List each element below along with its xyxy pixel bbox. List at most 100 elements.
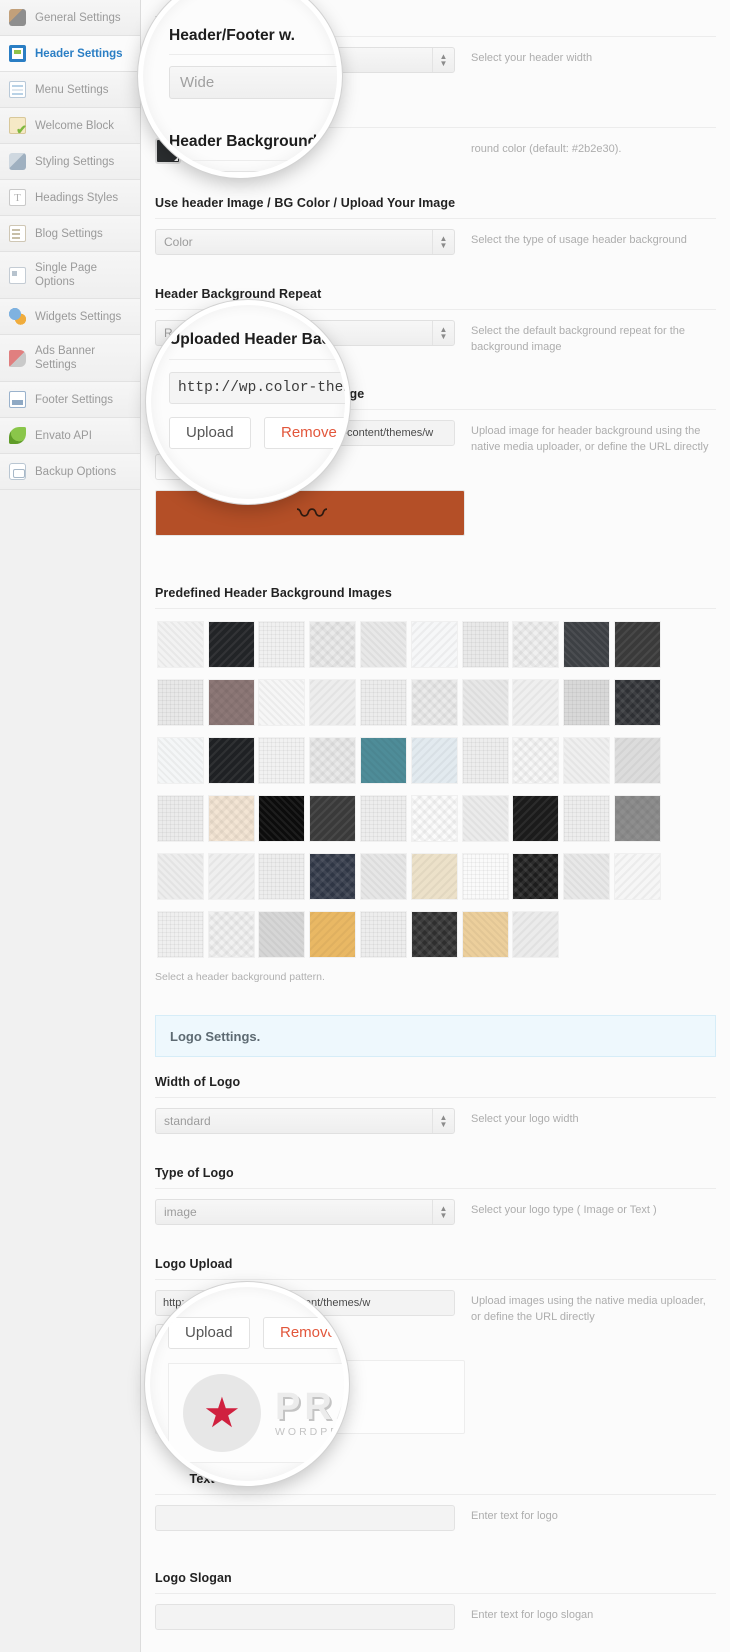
logo-type-select[interactable]: image ▲ ▼ [155,1199,455,1225]
pattern-swatch[interactable] [612,847,663,905]
pattern-swatch[interactable] [206,673,257,731]
chevron-updown-icon[interactable]: ▲ ▼ [432,48,454,72]
pattern-swatch[interactable] [358,847,409,905]
usage-header-background-select[interactable]: Color ▲ ▼ [155,229,455,255]
field-description: Select the type of usage header backgrou… [471,234,687,246]
mag-upload-header-bg-button[interactable]: Upload [169,417,251,449]
mag-remove-logo-button[interactable]: Remove [263,1317,344,1349]
pattern-swatch[interactable] [409,673,460,731]
sidebar-item-ads-banner-settings[interactable]: Ads Banner Settings [0,335,140,382]
pattern-swatch[interactable] [155,905,206,963]
mag-uploaded-header-bg-title: Uploaded Header Back [169,331,339,348]
sidebar-item-backup-options[interactable]: Backup Options [0,454,140,490]
pattern-thumb [156,678,204,726]
pattern-swatch[interactable] [257,673,308,731]
sidebar-item-menu-settings[interactable]: Menu Settings [0,72,140,108]
pattern-swatch[interactable] [155,847,206,905]
pattern-swatch[interactable] [358,789,409,847]
field-description: round color (default: #2b2e30). [471,143,622,155]
sidebar-item-label: Backup Options [35,465,117,478]
logo-width-select[interactable]: standard ▲ ▼ [155,1108,455,1134]
pattern-swatch[interactable] [155,615,206,673]
pattern-swatch[interactable] [612,673,663,731]
pattern-swatch[interactable] [460,847,511,905]
sidebar-item-footer-settings[interactable]: Footer Settings [0,382,140,418]
pattern-swatch[interactable] [307,789,358,847]
pattern-swatch[interactable] [307,847,358,905]
logo-slogan-input[interactable] [155,1604,455,1630]
mag-header-background-url-input[interactable]: http://wp.color-theme.cor [169,372,345,404]
mag-upload-logo-button[interactable]: Upload [168,1317,250,1349]
pattern-swatch[interactable] [561,731,612,789]
mag-header-width-select[interactable]: Wide [169,66,337,99]
sidebar-item-welcome-block[interactable]: Welcome Block [0,108,140,144]
pattern-swatch[interactable] [155,789,206,847]
chevron-updown-icon[interactable]: ▲ ▼ [432,230,454,254]
pattern-swatch[interactable] [257,789,308,847]
sidebar-item-headings-styles[interactable]: Headings Styles [0,180,140,216]
field-description: Enter text for logo slogan [471,1609,594,1621]
pattern-swatch[interactable] [155,731,206,789]
pattern-swatch[interactable] [511,731,562,789]
pattern-swatch[interactable] [307,673,358,731]
pattern-swatch[interactable] [612,789,663,847]
pattern-swatch[interactable] [206,905,257,963]
chevron-updown-icon[interactable]: ▲ ▼ [432,1200,454,1224]
pattern-swatch[interactable] [409,731,460,789]
sidebar-item-general-settings[interactable]: General Settings [0,0,140,36]
pattern-swatch[interactable] [460,673,511,731]
pattern-swatch[interactable] [511,905,562,963]
pattern-swatch[interactable] [460,905,511,963]
pattern-swatch[interactable] [511,847,562,905]
pattern-thumb [156,620,204,668]
field-title: Logo Slogan [155,1571,232,1585]
pattern-swatch[interactable] [307,731,358,789]
sidebar-item-single-page-options[interactable]: Single Page Options [0,252,140,299]
pattern-swatch[interactable] [257,731,308,789]
mag-remove-header-bg-button[interactable]: Remove [264,417,345,449]
pattern-swatch[interactable] [511,673,562,731]
sidebar-item-blog-settings[interactable]: Blog Settings [0,216,140,252]
pattern-swatch[interactable] [409,905,460,963]
pattern-swatch[interactable] [612,731,663,789]
chevron-updown-icon[interactable]: ▲ ▼ [432,321,454,345]
pattern-swatch[interactable] [155,673,206,731]
pattern-swatch[interactable] [409,847,460,905]
pattern-swatch[interactable] [409,789,460,847]
pattern-swatch[interactable] [257,905,308,963]
pattern-swatch[interactable] [511,615,562,673]
pattern-swatch[interactable] [511,789,562,847]
pattern-swatch[interactable] [409,615,460,673]
pattern-swatch[interactable] [460,789,511,847]
chevron-updown-icon[interactable]: ▲ ▼ [432,1109,454,1133]
pattern-swatch[interactable] [561,847,612,905]
pattern-swatch[interactable] [206,615,257,673]
pattern-swatch[interactable] [561,789,612,847]
pattern-swatch[interactable] [460,615,511,673]
field-description: Select your logo type ( Image or Text ) [471,1204,657,1216]
pattern-swatch[interactable] [460,731,511,789]
pattern-swatch[interactable] [358,673,409,731]
pattern-swatch[interactable] [257,615,308,673]
logo-text-input[interactable] [155,1505,455,1531]
pattern-thumb [614,678,662,726]
pattern-swatch[interactable] [307,615,358,673]
pattern-swatch[interactable] [561,673,612,731]
pattern-swatch[interactable] [206,731,257,789]
pattern-swatch[interactable] [358,905,409,963]
pattern-swatch[interactable] [358,731,409,789]
pattern-swatch[interactable] [358,615,409,673]
sidebar-item-widgets-settings[interactable]: Widgets Settings [0,299,140,335]
sidebar-item-header-settings[interactable]: Header Settings [0,36,140,72]
pattern-swatch[interactable] [612,615,663,673]
field-title: Type of Logo [155,1166,234,1180]
pattern-swatch[interactable] [307,905,358,963]
pattern-thumb [258,620,306,668]
pattern-swatch[interactable] [206,789,257,847]
sidebar-item-styling-settings[interactable]: Styling Settings [0,144,140,180]
footer-icon [9,391,26,408]
pattern-swatch[interactable] [206,847,257,905]
pattern-swatch[interactable] [257,847,308,905]
sidebar-item-envato-api[interactable]: Envato API [0,418,140,454]
pattern-swatch[interactable] [561,615,612,673]
